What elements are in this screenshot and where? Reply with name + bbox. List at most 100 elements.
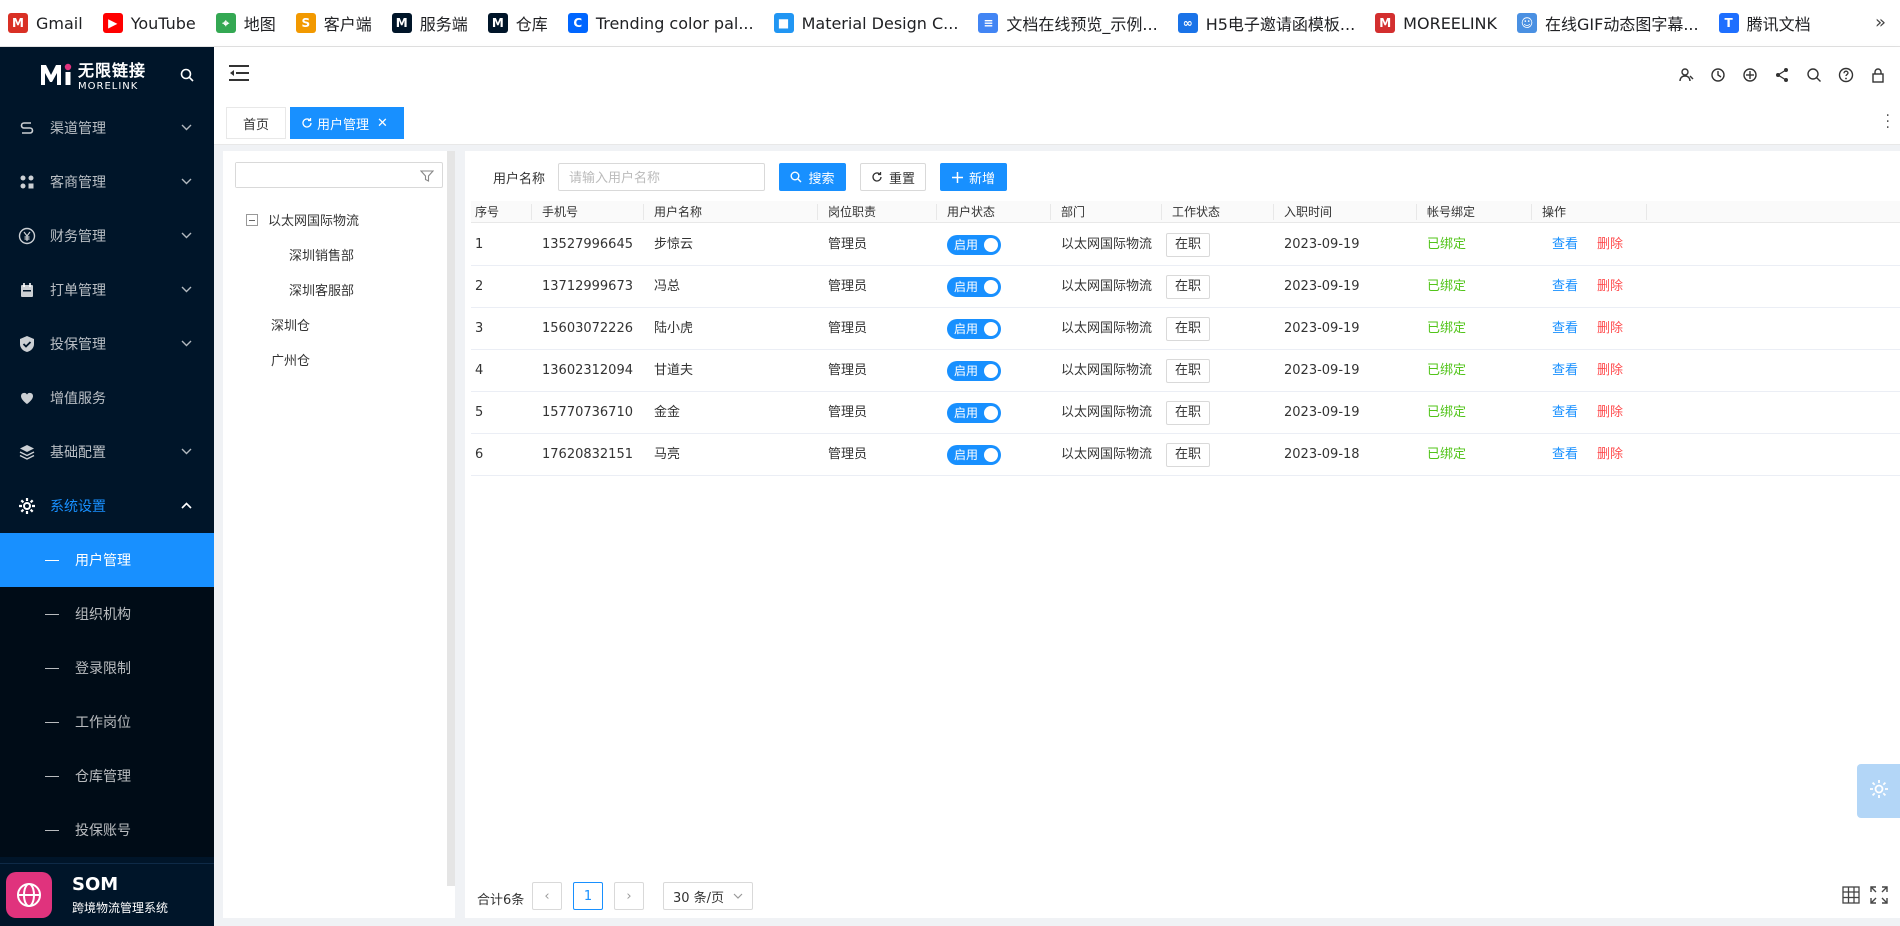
app-root: M Gmail ▶ YouTube ⌖ 地图 S 客户端 M 服务端 M 仓库 C Trending co… [0, 0, 1900, 926]
globe-plus-icon[interactable] [1734, 65, 1766, 85]
role-cell: 管理员 [828, 279, 868, 294]
bookmark-item[interactable]: ∞ H5电子邀请函模板... [1177, 8, 1365, 38]
merchant-icon [16, 171, 38, 193]
tab-home[interactable]: 首页 [226, 107, 286, 139]
sidebar-item[interactable]: 打单管理 [0, 263, 214, 317]
column-separator [531, 204, 532, 220]
delete-link[interactable]: 删除 [1597, 224, 1623, 265]
refresh-icon[interactable] [301, 117, 313, 129]
settings-float-button[interactable] [1857, 764, 1900, 818]
prev-page-button[interactable]: ‹ [532, 882, 562, 910]
tabs-bar: 首页 用户管理 ✕ · · · [214, 101, 1900, 145]
status-toggle[interactable]: 启用 [947, 277, 1001, 297]
phone-cell: 15603072226 [542, 321, 633, 336]
submenu-item[interactable]: 登录限制 [0, 641, 214, 695]
tree-filter-input[interactable] [236, 163, 416, 187]
brand-subtitle: 跨境物流管理系统 [72, 901, 169, 915]
view-link[interactable]: 查看 [1552, 392, 1578, 433]
share-icon[interactable] [1766, 65, 1798, 85]
sidebar-item[interactable]: 渠道管理 [0, 101, 214, 155]
search-icon[interactable] [180, 67, 194, 86]
page-size-select[interactable]: 30 条/页 [663, 882, 753, 910]
tree-node[interactable]: 广州仓 [271, 350, 310, 369]
search-icon[interactable] [1798, 65, 1830, 85]
coolors-icon: C [567, 13, 588, 33]
view-link[interactable]: 查看 [1552, 224, 1578, 265]
tree-node[interactable]: 深圳销售部 [289, 245, 354, 264]
chevron-double-right-icon[interactable]: » [1875, 12, 1886, 33]
join-date-cell: 2023-09-19 [1284, 405, 1360, 420]
column-separator [643, 204, 644, 220]
bookmark-label: 腾讯文档 [1746, 15, 1811, 34]
view-link[interactable]: 查看 [1552, 266, 1578, 307]
submenu-item[interactable]: 用户管理 [0, 533, 214, 587]
submenu-item[interactable]: 仓库管理 [0, 749, 214, 803]
bookmark-item[interactable]: C Trending color pal... [567, 8, 764, 38]
more-vertical-icon[interactable]: · · · [1886, 109, 1890, 135]
help-icon[interactable] [1830, 65, 1862, 85]
tree-scrollbar[interactable] [447, 151, 455, 886]
view-link[interactable]: 查看 [1552, 350, 1578, 391]
bookmark-item[interactable]: M 仓库 [487, 8, 558, 38]
status-toggle[interactable]: 启用 [947, 445, 1001, 465]
delete-link[interactable]: 删除 [1597, 350, 1623, 391]
delete-link[interactable]: 删除 [1597, 392, 1623, 433]
bookmark-item[interactable]: ⌖ 地图 [215, 8, 286, 38]
sidebar-item[interactable]: 基础配置 [0, 425, 214, 479]
sidebar-item[interactable]: 系统设置 [0, 479, 214, 533]
search-button[interactable]: 搜索 [779, 163, 846, 191]
submenu-item[interactable]: 组织机构 [0, 587, 214, 641]
join-date-cell: 2023-09-18 [1284, 447, 1360, 462]
status-toggle[interactable]: 启用 [947, 403, 1001, 423]
bookmark-item[interactable]: ≡ 文档在线预览_示例... [978, 8, 1167, 38]
role-cell: 管理员 [828, 447, 868, 462]
close-icon[interactable]: ✕ [377, 116, 388, 131]
submenu-item[interactable]: 投保账号 [0, 803, 214, 857]
status-toggle[interactable]: 启用 [947, 361, 1001, 381]
bookmark-label: MOREELINK [1403, 13, 1497, 33]
role-cell: 管理员 [828, 321, 868, 336]
tree-node[interactable]: 深圳客服部 [289, 280, 354, 299]
sidebar-item[interactable]: 增值服务 [0, 371, 214, 425]
bookmark-item[interactable]: T 腾讯文档 [1718, 8, 1821, 38]
status-toggle[interactable]: 启用 [947, 319, 1001, 339]
history-icon[interactable] [1702, 65, 1734, 85]
account-bind-status: 已绑定 [1427, 405, 1467, 420]
submenu-item[interactable]: 工作岗位 [0, 695, 214, 749]
sidebar-item[interactable]: 客商管理 [0, 155, 214, 209]
filter-icon[interactable] [419, 168, 435, 187]
bookmark-item[interactable]: M Gmail [8, 8, 93, 38]
reset-button[interactable]: 重置 [860, 163, 926, 191]
status-toggle-label: 启用 [954, 322, 979, 336]
next-page-button[interactable]: › [614, 882, 644, 910]
sidebar-item[interactable]: 投保管理 [0, 317, 214, 371]
status-toggle[interactable]: 启用 [947, 235, 1001, 255]
delete-link[interactable]: 删除 [1597, 308, 1623, 349]
lock-icon[interactable] [1862, 65, 1894, 85]
sidebar-item[interactable]: 财务管理 [0, 209, 214, 263]
delete-link[interactable]: 删除 [1597, 434, 1623, 475]
username-search-input[interactable] [558, 163, 765, 191]
bookmark-item[interactable]: ■ Material Design C... [773, 8, 969, 38]
bookmark-item[interactable]: S 客户端 [295, 8, 382, 38]
tree-node[interactable]: 深圳仓 [271, 315, 310, 334]
user-switch-icon[interactable] [1670, 65, 1702, 85]
page-number-button[interactable]: 1 [573, 882, 603, 910]
fullscreen-icon[interactable] [1870, 886, 1888, 908]
bookmark-item[interactable]: M 服务端 [391, 8, 478, 38]
table-columns-icon[interactable] [1842, 886, 1860, 908]
page-number: 1 [583, 888, 593, 904]
document-icon: ≡ [978, 13, 999, 33]
view-link[interactable]: 查看 [1552, 308, 1578, 349]
tree-node[interactable]: 以太网国际物流 [246, 210, 359, 229]
bookmark-item[interactable]: ☺ 在线GIF动态图字幕... [1517, 8, 1709, 38]
username-cell: 陆小虎 [654, 321, 694, 336]
bookmark-item[interactable]: ▶ YouTube [102, 8, 206, 38]
collapse-icon[interactable] [246, 213, 258, 226]
view-link[interactable]: 查看 [1552, 434, 1578, 475]
bookmark-item[interactable]: M MOREELINK [1375, 8, 1507, 38]
add-button[interactable]: 新增 [940, 163, 1007, 191]
menu-fold-icon[interactable] [228, 63, 250, 87]
delete-link[interactable]: 删除 [1597, 266, 1623, 307]
tab-user-management[interactable]: 用户管理 ✕ [290, 107, 404, 139]
